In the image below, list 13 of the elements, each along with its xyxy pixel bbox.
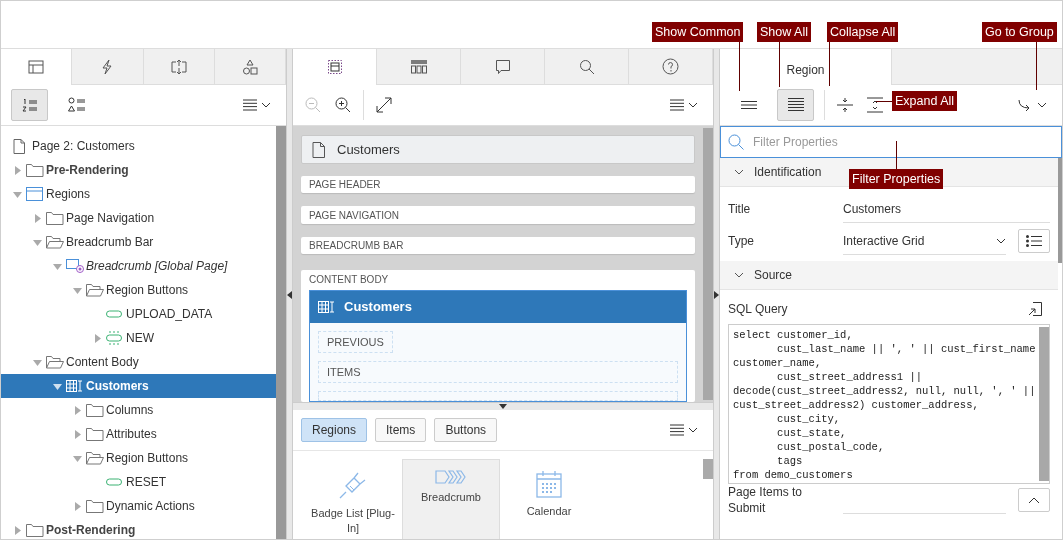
property-label: Title bbox=[728, 202, 752, 216]
annotation-tooltip: Collapse All bbox=[827, 22, 899, 42]
region-title: Customers bbox=[344, 299, 412, 315]
property-label: Page Items to Submit bbox=[728, 484, 804, 516]
annotation-tooltip: Show All bbox=[757, 22, 811, 42]
property-label: SQL Query bbox=[728, 302, 789, 316]
annotation-tooltip: Go to Group bbox=[982, 22, 1057, 42]
property-label: Type bbox=[728, 234, 755, 248]
page-title: Customers bbox=[337, 142, 400, 158]
annotation-tooltip: Filter Properties bbox=[849, 169, 944, 189]
annotation-tooltip: Show Common bbox=[652, 22, 744, 42]
annotation-tooltip: Expand All bbox=[892, 91, 958, 111]
position-label: CONTENT BODY bbox=[309, 274, 390, 285]
